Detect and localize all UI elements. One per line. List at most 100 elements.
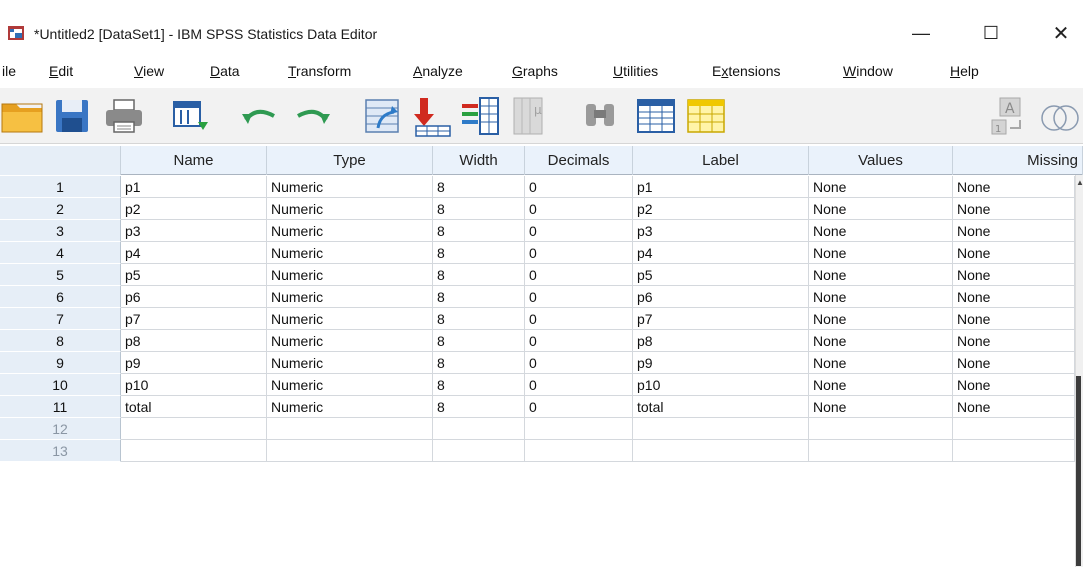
row-number[interactable]: 3 bbox=[0, 220, 121, 242]
run-descriptives-icon[interactable]: μ bbox=[510, 94, 554, 138]
close-button[interactable]: ✕ bbox=[1038, 18, 1083, 48]
cell-decimals[interactable]: 0 bbox=[525, 264, 633, 286]
cell-values[interactable]: None bbox=[809, 396, 953, 418]
cell-decimals[interactable] bbox=[525, 418, 633, 440]
cell-name[interactable]: p2 bbox=[121, 198, 267, 220]
find-icon[interactable] bbox=[578, 94, 622, 138]
cell-values[interactable]: None bbox=[809, 330, 953, 352]
cell-label[interactable]: p7 bbox=[633, 308, 809, 330]
menu-help[interactable]: Help bbox=[950, 63, 979, 79]
cell-missing[interactable]: None bbox=[953, 352, 1075, 374]
cell-width[interactable]: 8 bbox=[433, 220, 525, 242]
cell-label[interactable]: total bbox=[633, 396, 809, 418]
value-labels-icon[interactable]: A 1 bbox=[988, 94, 1032, 138]
undo-icon[interactable] bbox=[238, 94, 282, 138]
cell-width[interactable]: 8 bbox=[433, 374, 525, 396]
cell-missing[interactable]: None bbox=[953, 330, 1075, 352]
cell-missing[interactable]: None bbox=[953, 264, 1075, 286]
cell-type[interactable]: Numeric bbox=[267, 352, 433, 374]
cell-type[interactable]: Numeric bbox=[267, 286, 433, 308]
column-header-width[interactable]: Width bbox=[433, 146, 525, 175]
cell-decimals[interactable]: 0 bbox=[525, 198, 633, 220]
cell-values[interactable]: None bbox=[809, 198, 953, 220]
cell-missing[interactable]: None bbox=[953, 176, 1075, 198]
cell-values[interactable]: None bbox=[809, 374, 953, 396]
cell-type[interactable]: Numeric bbox=[267, 264, 433, 286]
cell-width[interactable] bbox=[433, 440, 525, 462]
minimize-button[interactable]: — bbox=[898, 18, 944, 48]
cell-label[interactable] bbox=[633, 440, 809, 462]
cell-decimals[interactable]: 0 bbox=[525, 330, 633, 352]
cell-width[interactable] bbox=[433, 418, 525, 440]
row-number[interactable]: 6 bbox=[0, 286, 121, 308]
cell-values[interactable] bbox=[809, 418, 953, 440]
cell-name[interactable] bbox=[121, 418, 267, 440]
menu-file[interactable]: ile bbox=[2, 63, 16, 79]
cell-width[interactable]: 8 bbox=[433, 176, 525, 198]
cell-type[interactable] bbox=[267, 440, 433, 462]
column-header-values[interactable]: Values bbox=[809, 146, 953, 175]
cell-type[interactable]: Numeric bbox=[267, 220, 433, 242]
row-number[interactable]: 8 bbox=[0, 330, 121, 352]
row-number[interactable]: 5 bbox=[0, 264, 121, 286]
cell-values[interactable] bbox=[809, 440, 953, 462]
cell-width[interactable]: 8 bbox=[433, 308, 525, 330]
cell-name[interactable]: p3 bbox=[121, 220, 267, 242]
cell-values[interactable]: None bbox=[809, 308, 953, 330]
cell-name[interactable]: p8 bbox=[121, 330, 267, 352]
cell-name[interactable]: p1 bbox=[121, 176, 267, 198]
row-number[interactable]: 9 bbox=[0, 352, 121, 374]
dialog-recall-icon[interactable] bbox=[168, 94, 212, 138]
cell-name[interactable]: p10 bbox=[121, 374, 267, 396]
cell-name[interactable]: p6 bbox=[121, 286, 267, 308]
menu-utilities[interactable]: Utilities bbox=[613, 63, 658, 79]
cell-decimals[interactable]: 0 bbox=[525, 396, 633, 418]
cell-width[interactable]: 8 bbox=[433, 264, 525, 286]
cell-values[interactable]: None bbox=[809, 286, 953, 308]
redo-icon[interactable] bbox=[290, 94, 334, 138]
cell-type[interactable]: Numeric bbox=[267, 308, 433, 330]
cell-type[interactable]: Numeric bbox=[267, 198, 433, 220]
save-icon[interactable] bbox=[50, 94, 94, 138]
row-number[interactable]: 12 bbox=[0, 418, 121, 440]
print-icon[interactable] bbox=[102, 94, 146, 138]
cell-label[interactable]: p2 bbox=[633, 198, 809, 220]
scroll-up-arrow-icon[interactable]: ▲ bbox=[1076, 178, 1083, 187]
cell-decimals[interactable]: 0 bbox=[525, 374, 633, 396]
menu-analyze[interactable]: Analyze bbox=[413, 63, 463, 79]
cell-name[interactable]: p5 bbox=[121, 264, 267, 286]
row-number[interactable]: 4 bbox=[0, 242, 121, 264]
cell-label[interactable]: p9 bbox=[633, 352, 809, 374]
row-number[interactable]: 1 bbox=[0, 176, 121, 198]
menu-view[interactable]: View bbox=[134, 63, 164, 79]
variables-icon[interactable] bbox=[458, 94, 502, 138]
column-header-label[interactable]: Label bbox=[633, 146, 809, 175]
cell-name[interactable] bbox=[121, 440, 267, 462]
cell-missing[interactable]: None bbox=[953, 220, 1075, 242]
cell-decimals[interactable]: 0 bbox=[525, 176, 633, 198]
column-header-name[interactable]: Name bbox=[121, 146, 267, 175]
cell-name[interactable]: total bbox=[121, 396, 267, 418]
cell-missing[interactable] bbox=[953, 440, 1075, 462]
cell-name[interactable]: p4 bbox=[121, 242, 267, 264]
use-sets-icon[interactable] bbox=[1036, 94, 1080, 138]
cell-label[interactable]: p1 bbox=[633, 176, 809, 198]
cell-width[interactable]: 8 bbox=[433, 198, 525, 220]
cell-decimals[interactable] bbox=[525, 440, 633, 462]
cell-label[interactable]: p5 bbox=[633, 264, 809, 286]
cell-label[interactable]: p6 bbox=[633, 286, 809, 308]
cell-name[interactable]: p7 bbox=[121, 308, 267, 330]
row-number[interactable]: 10 bbox=[0, 374, 121, 396]
cell-type[interactable]: Numeric bbox=[267, 242, 433, 264]
cell-type[interactable] bbox=[267, 418, 433, 440]
cell-missing[interactable]: None bbox=[953, 286, 1075, 308]
row-number[interactable]: 11 bbox=[0, 396, 121, 418]
menu-window[interactable]: Window bbox=[843, 63, 893, 79]
cell-decimals[interactable]: 0 bbox=[525, 308, 633, 330]
cell-missing[interactable]: None bbox=[953, 396, 1075, 418]
cell-missing[interactable] bbox=[953, 418, 1075, 440]
cell-width[interactable]: 8 bbox=[433, 242, 525, 264]
column-header-missing[interactable]: Missing bbox=[953, 146, 1083, 175]
insert-variable-icon[interactable] bbox=[684, 94, 728, 138]
cell-width[interactable]: 8 bbox=[433, 286, 525, 308]
